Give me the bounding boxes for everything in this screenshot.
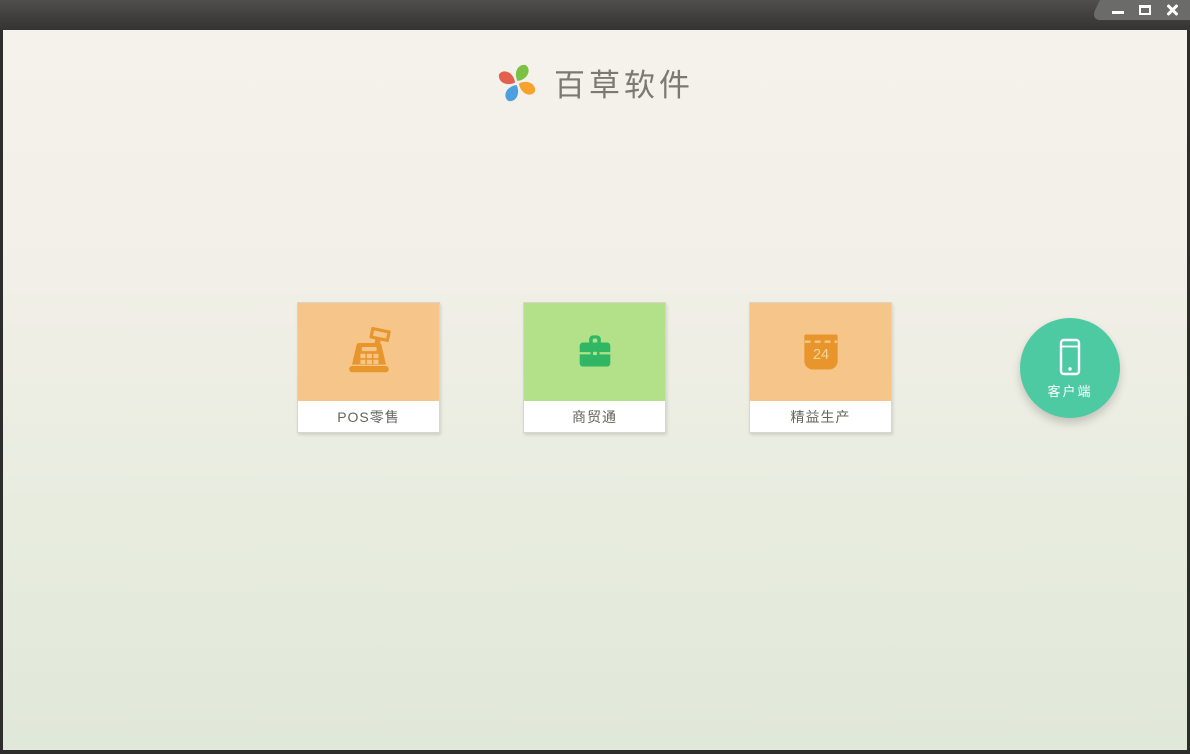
card-tile: [524, 303, 665, 401]
card-tile: 24: [750, 303, 891, 401]
card-label: 商贸通: [572, 408, 617, 425]
maximize-button[interactable]: [1137, 2, 1153, 18]
card-lean-production[interactable]: 24 精益生产: [749, 302, 892, 433]
app-window: 百草软件 POS零售 商贸通 24 精益生产 客户端: [0, 0, 1190, 754]
client-button-label: 客户端: [1047, 383, 1093, 399]
header: 百草软件: [3, 52, 1187, 112]
cash-register-icon: [348, 326, 391, 373]
card-label: 精益生产: [790, 408, 851, 425]
calendar-day: 24: [812, 347, 828, 363]
smartphone-icon: [1059, 338, 1081, 375]
close-button[interactable]: [1164, 2, 1180, 18]
maximize-icon: [1139, 5, 1151, 15]
app-title: 百草软件: [554, 67, 694, 104]
close-icon: [1166, 4, 1178, 16]
pinwheel-logo-icon: [498, 64, 536, 102]
client-button[interactable]: 客户端: [1020, 318, 1120, 418]
minimize-icon: [1112, 11, 1124, 14]
card-pos-retail[interactable]: POS零售: [297, 302, 440, 433]
window-controls: [1106, 0, 1190, 20]
titlebar: [0, 0, 1190, 30]
briefcase-icon: [579, 335, 610, 367]
product-cards: POS零售 商贸通 24 精益生产: [297, 302, 892, 433]
card-tile: [298, 303, 439, 401]
minimize-button[interactable]: [1110, 2, 1126, 18]
main-content: 百草软件 POS零售 商贸通 24 精益生产 客户端: [3, 30, 1187, 750]
calendar-icon: 24: [803, 334, 838, 370]
card-trade[interactable]: 商贸通: [523, 302, 666, 433]
card-label: POS零售: [337, 408, 400, 425]
